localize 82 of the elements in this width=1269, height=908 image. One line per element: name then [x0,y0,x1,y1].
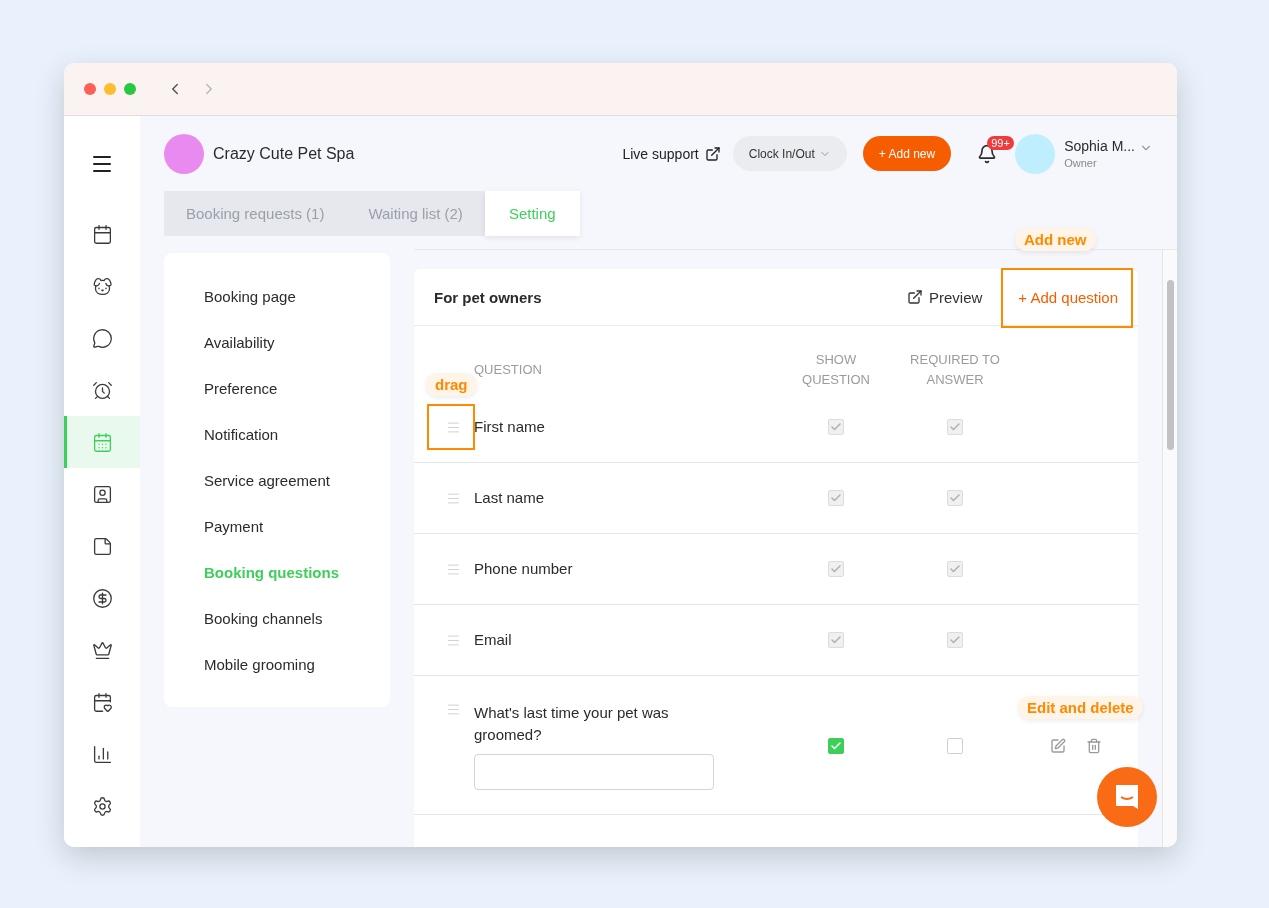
question-text: Phone number [474,559,574,579]
question-text: Email [474,630,513,650]
zoom-icon[interactable] [124,83,136,95]
annotation-label: drag [426,373,477,396]
calendar-icon [91,431,113,453]
check-icon [830,563,842,575]
settings-menu-item[interactable]: Booking page [204,273,390,319]
bar-chart-icon [91,743,113,765]
drag-handle-icon [445,632,461,648]
avatar[interactable] [1015,133,1056,174]
column-header: SHOW QUESTION [801,351,871,389]
check-icon [949,563,961,575]
highlight-frame [427,404,475,450]
required-checkbox[interactable] [947,738,963,754]
annotation-label: Edit and delete [1018,696,1143,719]
edit-icon [1050,738,1066,754]
drag-handle[interactable] [445,419,461,435]
dog-icon [91,275,113,297]
business-logo [164,133,204,174]
show-checkbox[interactable] [828,419,844,435]
question-text: Last name [474,488,546,508]
calendar-icon [91,223,113,245]
live-support-link[interactable]: Live support [622,145,721,162]
required-checkbox[interactable] [947,490,963,506]
drag-handle[interactable] [445,702,461,717]
badge-icon [91,483,113,505]
calendar-heart-icon [91,691,113,713]
question-text: First name [474,417,546,437]
alarm-clock-icon [91,379,113,401]
dollar-icon [91,587,113,609]
preview-link[interactable]: Preview [906,288,983,306]
drag-handle-icon [445,702,461,717]
delete-button[interactable] [1086,738,1102,754]
show-checkbox[interactable] [828,738,844,754]
chat-bubble-icon [91,327,113,349]
required-checkbox[interactable] [947,632,963,648]
close-icon[interactable] [84,83,96,95]
minimize-icon[interactable] [104,83,116,95]
drag-handle[interactable] [445,490,461,506]
check-icon [830,740,842,752]
card-title: For pet owners [434,288,543,306]
check-icon [830,634,842,646]
trash-icon [1086,738,1102,754]
column-header: REQUIRED TO ANSWER [909,351,1001,389]
user-role: Owner [1064,157,1098,169]
drag-handle-icon [445,419,461,435]
answer-field[interactable] [474,754,714,790]
drag-handle[interactable] [445,561,461,577]
external-link-icon [704,145,721,162]
check-icon [949,634,961,646]
drag-handle-icon [445,490,461,506]
check-icon [949,421,961,433]
edit-button[interactable] [1050,738,1066,754]
business-name: Crazy Cute Pet Spa [213,144,355,163]
check-icon [830,492,842,504]
settings-menu-item[interactable]: Booking channels [204,595,390,641]
settings-menu-item[interactable]: Service agreement [204,457,390,503]
show-checkbox[interactable] [828,490,844,506]
required-checkbox[interactable] [947,419,963,435]
external-link-icon [906,289,923,305]
notification-badge: 99+ [987,135,1014,150]
user-name: Sophia M... [1064,138,1135,154]
check-icon [949,492,961,504]
crown-icon [91,639,113,661]
drag-handle-icon [445,561,461,577]
settings-menu-item[interactable]: Payment [204,503,390,549]
show-checkbox[interactable] [828,632,844,648]
settings-menu-item[interactable]: Mobile grooming [204,641,390,687]
drag-handle[interactable] [445,632,461,648]
settings-menu-item[interactable]: Preference [204,365,390,411]
question-text: What's last time your pet was groomed? [474,703,670,745]
check-icon [830,421,842,433]
settings-menu-item[interactable]: Notification [204,411,390,457]
settings-icon [91,795,113,817]
annotation-label: Add new [1015,228,1096,251]
scrollbar[interactable] [1162,250,1177,847]
required-checkbox[interactable] [947,561,963,577]
note-icon [91,535,113,557]
column-header: QUESTION [474,361,542,379]
settings-menu-item[interactable]: Availability [204,319,390,365]
show-checkbox[interactable] [828,561,844,577]
clock-button[interactable]: Clock In/Out [732,136,847,171]
